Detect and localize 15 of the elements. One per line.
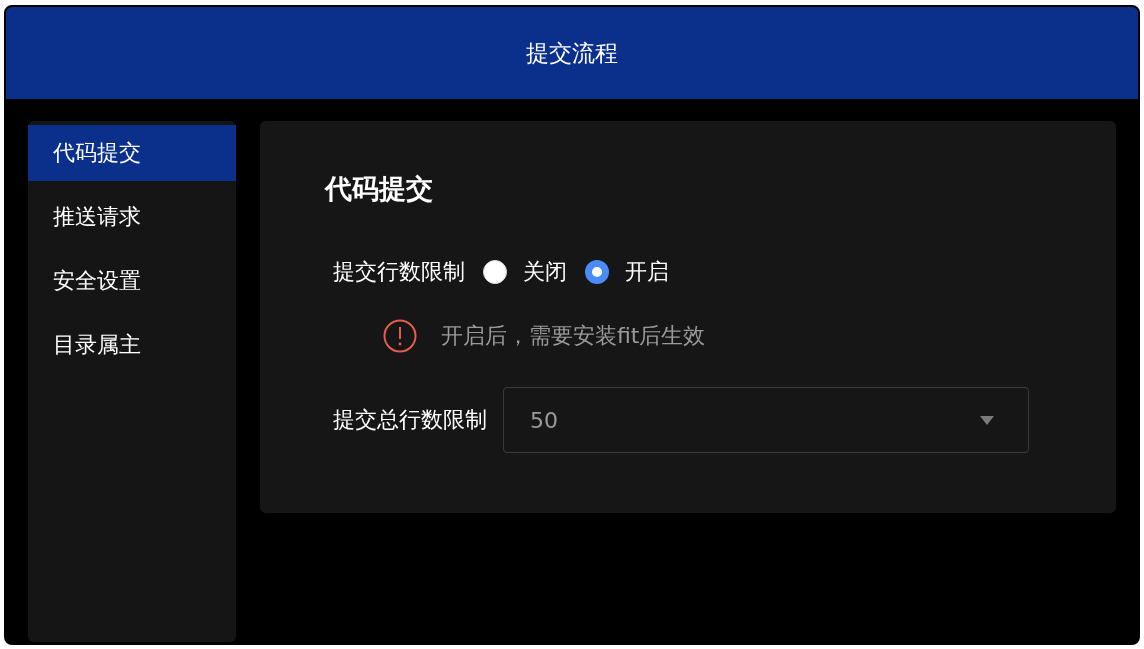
field-label: 提交行数限制 bbox=[333, 258, 465, 286]
radio-label[interactable]: 关闭 bbox=[523, 257, 567, 287]
select-field[interactable]: 50 bbox=[503, 387, 1029, 453]
radio-button[interactable] bbox=[585, 260, 609, 284]
sidebar-item[interactable]: 目录属主 bbox=[28, 317, 236, 373]
radio-label[interactable]: 开启 bbox=[625, 257, 669, 287]
sidebar-item[interactable]: 推送请求 bbox=[28, 189, 236, 245]
sidebar-item[interactable]: 代码提交 bbox=[28, 125, 236, 181]
warning-icon bbox=[383, 319, 417, 353]
warning-text: 开启后，需要安装fit后生效 bbox=[441, 322, 706, 350]
window-title: 提交流程 bbox=[526, 38, 618, 68]
section-heading: 代码提交 bbox=[325, 172, 434, 206]
sidebar-item[interactable]: 安全设置 bbox=[28, 253, 236, 309]
caret-icon bbox=[980, 415, 994, 425]
field-label: 提交总行数限制 bbox=[333, 406, 487, 434]
